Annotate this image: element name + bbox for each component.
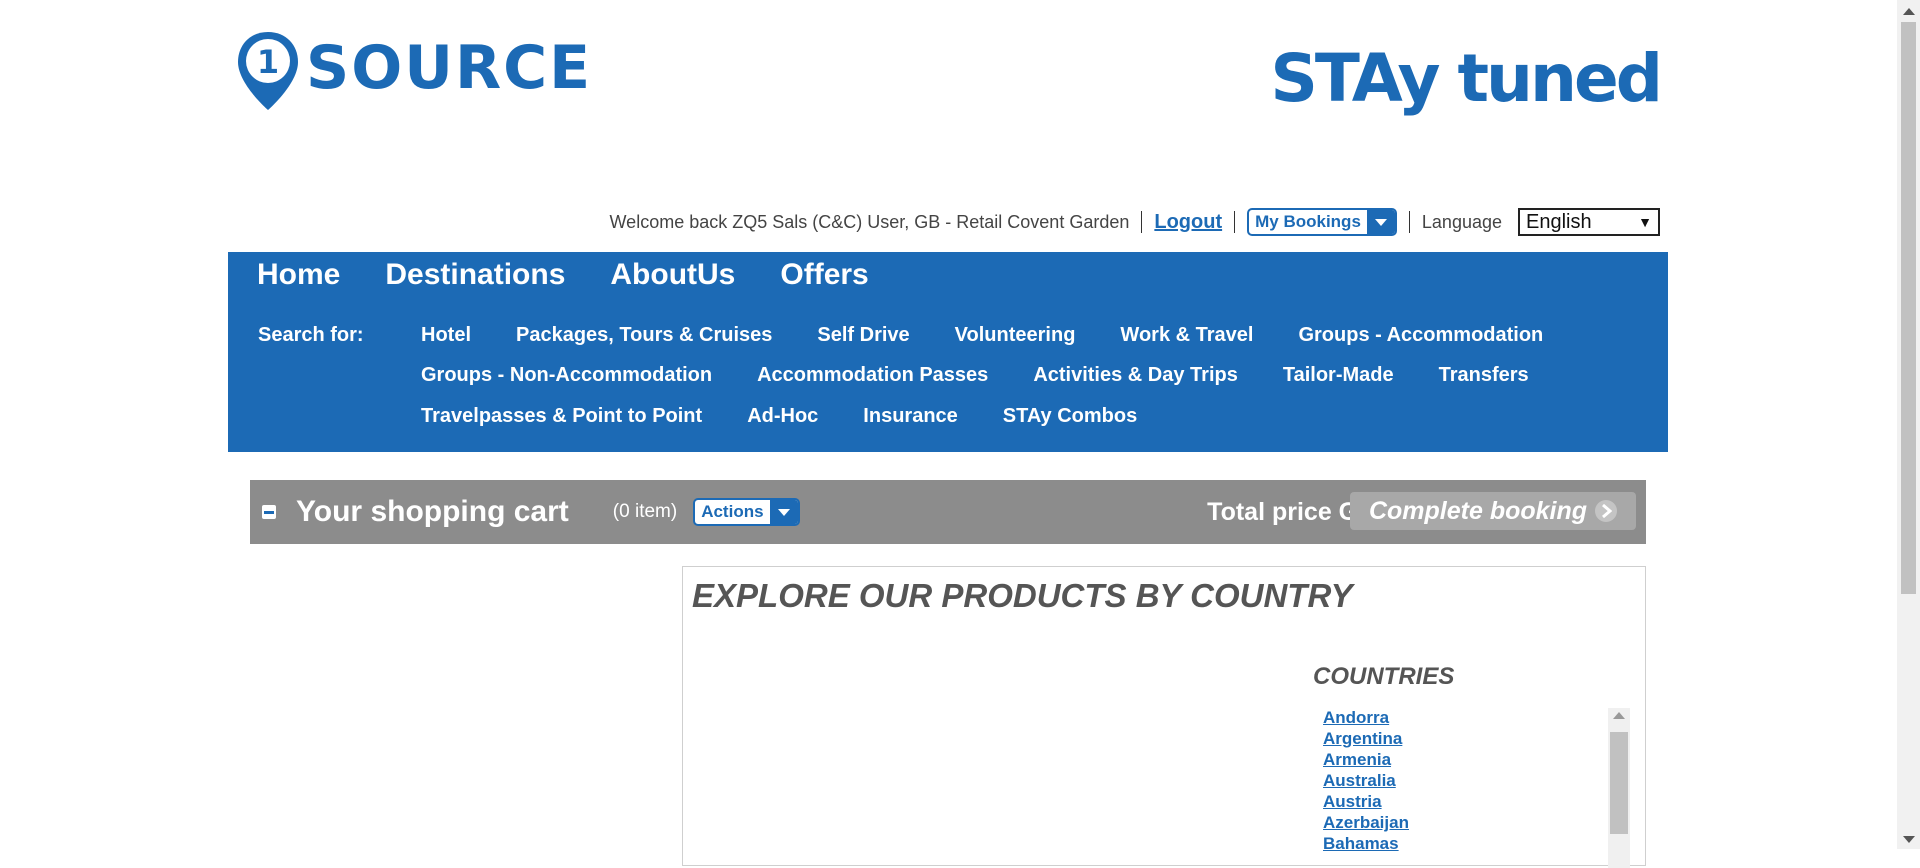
search-link-travelpasses[interactable]: Travelpasses & Point to Point [421, 405, 702, 428]
nav-destinations[interactable]: Destinations [385, 258, 565, 292]
country-link[interactable]: Australia [1323, 770, 1623, 791]
search-link-tailor-made[interactable]: Tailor-Made [1283, 364, 1394, 387]
explore-title: EXPLORE OUR PRODUCTS BY COUNTRY [692, 577, 1353, 614]
logo-wordmark: SOURCE [306, 33, 593, 103]
chevron-down-icon [1366, 210, 1395, 234]
scroll-up-icon[interactable] [1903, 8, 1915, 15]
location-pin-icon: 1 [238, 32, 298, 110]
search-link-insurance[interactable]: Insurance [863, 405, 957, 428]
country-list: Andorra Argentina Armenia Australia Aust… [1323, 707, 1623, 854]
search-for-label: Search for: [258, 324, 364, 346]
divider [1141, 211, 1143, 233]
cart-actions-label: Actions [701, 502, 764, 521]
search-link-groups-accommodation[interactable]: Groups - Accommodation [1298, 324, 1543, 347]
search-link-activities[interactable]: Activities & Day Trips [1033, 364, 1238, 387]
scroll-thumb[interactable] [1610, 732, 1628, 834]
chevron-down-icon [769, 500, 798, 524]
shopping-cart-bar: Your shopping cart (0 item) Actions Tota… [250, 480, 1646, 544]
logout-link[interactable]: Logout [1154, 211, 1222, 234]
country-link[interactable]: Azerbaijan [1323, 812, 1623, 833]
primary-menu: Home Destinations AboutUs Offers [257, 258, 869, 292]
search-link-hotel[interactable]: Hotel [421, 324, 471, 347]
country-link[interactable]: Austria [1323, 791, 1623, 812]
cart-title: Your shopping cart [296, 495, 569, 528]
countries-heading: COUNTRIES [1313, 663, 1455, 690]
divider [1234, 211, 1236, 233]
language-value: English [1526, 210, 1592, 233]
scroll-up-icon[interactable] [1613, 712, 1625, 719]
scroll-down-icon[interactable] [1903, 836, 1915, 843]
search-link-accommodation-passes[interactable]: Accommodation Passes [757, 364, 988, 387]
search-link-groups-non-accommodation[interactable]: Groups - Non-Accommodation [421, 364, 712, 387]
search-link-ad-hoc[interactable]: Ad-Hoc [747, 405, 818, 428]
country-link[interactable]: Argentina [1323, 728, 1623, 749]
dropdown-arrow-icon: ▼ [1638, 214, 1652, 230]
search-link-stay-combos[interactable]: STAy Combos [1003, 405, 1137, 428]
scroll-thumb[interactable] [1901, 22, 1916, 594]
page-scrollbar[interactable] [1897, 0, 1920, 849]
nav-aboutus[interactable]: AboutUs [610, 258, 735, 292]
divider [1408, 211, 1410, 233]
country-link[interactable]: Andorra [1323, 707, 1623, 728]
collapse-icon[interactable] [262, 505, 276, 519]
stay-tuned-logo[interactable]: STAy tuned [1270, 40, 1663, 126]
country-link[interactable]: Bahamas [1323, 833, 1623, 854]
nav-offers[interactable]: Offers [780, 258, 868, 292]
search-links-row-1: Hotel Packages, Tours & Cruises Self Dri… [421, 324, 1543, 347]
chevron-right-icon [1595, 500, 1618, 522]
main-navigation: Home Destinations AboutUs Offers Search … [228, 252, 1668, 452]
one-source-logo[interactable]: 1 SOURCE [234, 28, 592, 114]
complete-booking-button[interactable]: Complete booking [1350, 492, 1636, 530]
country-link[interactable]: Armenia [1323, 749, 1623, 770]
search-link-packages[interactable]: Packages, Tours & Cruises [516, 324, 772, 347]
welcome-text: Welcome back ZQ5 Sals (C&C) User, GB - R… [609, 211, 1130, 232]
cart-item-count: (0 item) [612, 501, 678, 522]
search-link-work-travel[interactable]: Work & Travel [1120, 324, 1253, 347]
language-label: Language [1421, 211, 1502, 232]
search-link-transfers[interactable]: Transfers [1439, 364, 1529, 387]
search-links-row-3: Travelpasses & Point to Point Ad-Hoc Ins… [421, 405, 1137, 428]
country-list-scrollbar[interactable] [1608, 708, 1630, 868]
my-bookings-label: My Bookings [1255, 212, 1361, 231]
language-select[interactable]: English ▼ [1518, 208, 1660, 236]
search-link-self-drive[interactable]: Self Drive [817, 324, 909, 347]
svg-text:1: 1 [257, 43, 279, 81]
my-bookings-button[interactable]: My Bookings [1247, 208, 1397, 236]
nav-home[interactable]: Home [257, 258, 340, 292]
explore-by-country-panel: EXPLORE OUR PRODUCTS BY COUNTRY COUNTRIE… [682, 566, 1646, 868]
user-bar: Welcome back ZQ5 Sals (C&C) User, GB - R… [610, 208, 1660, 236]
cart-actions-button[interactable]: Actions [693, 498, 800, 526]
search-links-row-2: Groups - Non-Accommodation Accommodation… [421, 364, 1529, 387]
search-link-volunteering[interactable]: Volunteering [955, 324, 1076, 347]
complete-booking-label: Complete booking [1368, 496, 1588, 525]
